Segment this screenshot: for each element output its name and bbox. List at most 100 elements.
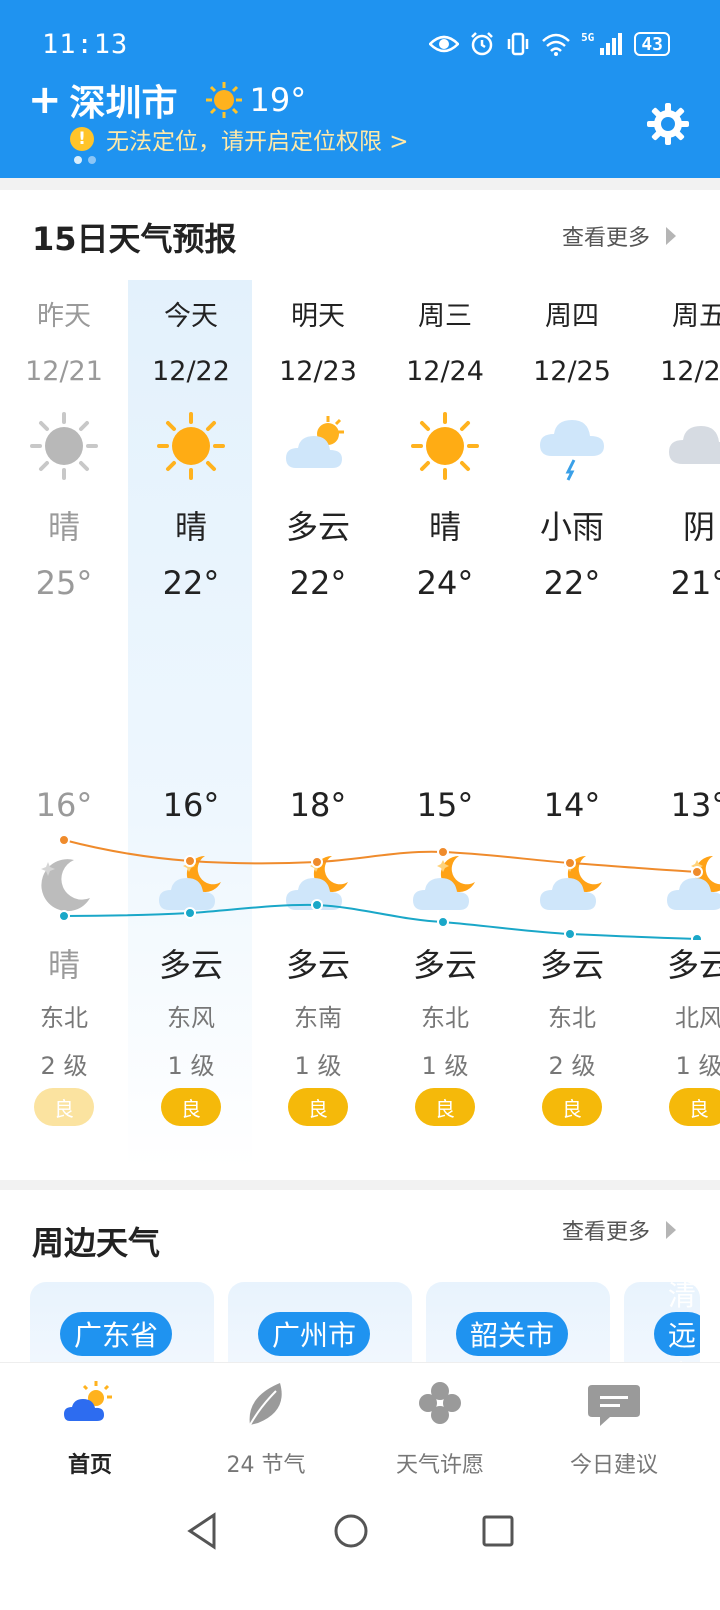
air-quality-badge: 良 <box>34 1088 94 1126</box>
page-indicator <box>74 156 96 164</box>
leaf-icon <box>249 1383 282 1426</box>
low-temperature: 15° <box>416 786 474 824</box>
wind-level: 1 级 <box>675 1052 720 1080</box>
tab-solar-terms[interactable]: 24 节气 <box>176 1377 356 1479</box>
night-condition: 多云 <box>285 946 350 984</box>
day-condition: 晴 <box>428 508 461 546</box>
night-condition: 多云 <box>666 946 720 984</box>
status-time: 11:13 <box>42 28 129 60</box>
high-temperature: 24° <box>416 564 474 602</box>
day-name: 周三 <box>418 301 472 332</box>
light-rain-icon <box>536 410 608 482</box>
tab-daily-advice[interactable]: 今日建议 <box>524 1377 704 1479</box>
current-temperature: 19° <box>249 81 307 119</box>
chevron-right-icon <box>666 227 676 245</box>
network-type: 5G <box>581 31 595 44</box>
status-bar: 11:13 5G 43 <box>42 24 670 64</box>
day-name: 周五 <box>672 301 720 332</box>
battery-indicator: 43 <box>634 32 670 56</box>
vibrate-icon <box>505 31 531 57</box>
signal-icon <box>598 32 624 56</box>
high-temperature: 22° <box>543 564 601 602</box>
high-temperature: 22° <box>289 564 347 602</box>
nearby-place: 清远市 <box>654 1282 700 1392</box>
system-navigation-bar <box>187 1512 514 1550</box>
nearby-more-button[interactable]: 查看更多 <box>562 1214 676 1246</box>
eye-icon <box>429 34 460 54</box>
chat-bubble-icon <box>588 1385 640 1426</box>
forecast-more-button[interactable]: 查看更多 <box>562 220 676 252</box>
air-quality-badge: 良 <box>161 1088 221 1126</box>
wind-direction: 东北 <box>421 1004 469 1032</box>
sun-icon <box>205 82 242 118</box>
tab-weather-wish[interactable]: 天气许愿 <box>350 1377 530 1479</box>
forecast-title: 15日天气预报 <box>32 220 237 258</box>
wind-direction: 北风 <box>675 1004 720 1032</box>
day-name: 明天 <box>291 301 345 332</box>
chevron-right-icon <box>666 1221 676 1239</box>
bottom-tab-bar: 首页 24 节气 天气许愿 今日建议 <box>0 1362 720 1610</box>
alarm-icon <box>469 31 495 57</box>
day-name: 今天 <box>164 301 218 332</box>
air-quality-badge: 良 <box>415 1088 475 1126</box>
sun-icon <box>409 410 481 482</box>
wind-direction: 东北 <box>548 1004 596 1032</box>
air-quality-badge: 良 <box>669 1088 720 1126</box>
day-date: 12/24 <box>406 356 484 387</box>
low-temperature: 16° <box>35 786 93 824</box>
low-temperature: 13° <box>670 786 720 824</box>
city-name[interactable]: 深圳市 <box>70 74 178 126</box>
wind-direction: 东北 <box>40 1004 88 1032</box>
day-condition: 晴 <box>47 508 80 546</box>
clover-icon <box>419 1382 461 1424</box>
low-temperature: 16° <box>162 786 220 824</box>
warning-icon: ! <box>70 127 94 151</box>
sun-icon <box>28 410 100 482</box>
wind-level: 1 级 <box>294 1052 342 1080</box>
tab-daily-advice-label: 今日建议 <box>569 1453 658 1478</box>
day-date: 12/21 <box>25 356 103 387</box>
nearby-card: 周边天气 查看更多 广东省 广州市 韶关市 清远市 <box>0 1190 720 1402</box>
night-condition: 多云 <box>158 946 223 984</box>
wind-level: 2 级 <box>40 1052 88 1080</box>
nearby-title: 周边天气 <box>32 1224 161 1262</box>
wifi-icon <box>541 32 571 56</box>
high-temperature: 25° <box>35 564 93 602</box>
forecast-card: 15日天气预报 查看更多 昨天 12/21 晴 25° 16° 晴 东北 2 级… <box>0 190 720 1180</box>
back-icon[interactable] <box>187 1512 216 1550</box>
day-date: 12/25 <box>533 356 611 387</box>
home-circle-icon[interactable] <box>334 1514 368 1548</box>
location-warning[interactable]: ! 无法定位，请开启定位权限 > <box>70 122 409 156</box>
day-condition: 阴 <box>682 508 715 546</box>
day-condition: 晴 <box>174 508 207 546</box>
tab-home-label: 首页 <box>67 1453 112 1478</box>
wind-level: 2 级 <box>548 1052 596 1080</box>
home-weather-icon <box>64 1381 112 1421</box>
night-condition: 晴 <box>47 946 80 984</box>
wind-direction: 东南 <box>294 1004 342 1032</box>
day-condition: 小雨 <box>539 508 604 546</box>
partly-cloudy-icon <box>282 410 354 482</box>
overcast-icon <box>663 410 720 482</box>
high-temperature: 22° <box>162 564 220 602</box>
wind-level: 1 级 <box>421 1052 469 1080</box>
sun-icon <box>155 410 227 482</box>
air-quality-badge: 良 <box>542 1088 602 1126</box>
recents-icon[interactable] <box>482 1515 514 1547</box>
add-city-button[interactable]: + <box>28 80 62 120</box>
app-header: 11:13 5G 43 + 深圳市 19° ! 无法定位，请开启定位权限 > <box>0 0 720 178</box>
location-warning-text: 无法定位，请开启定位权限 > <box>106 129 409 155</box>
day-date: 12/23 <box>279 356 357 387</box>
high-temperature: 21° <box>670 564 720 602</box>
settings-gear-icon[interactable] <box>646 102 690 146</box>
air-quality-badge: 良 <box>288 1088 348 1126</box>
day-condition: 多云 <box>285 508 350 546</box>
tab-solar-terms-label: 24 节气 <box>226 1453 306 1478</box>
tab-home[interactable]: 首页 <box>0 1377 180 1479</box>
low-temperature: 14° <box>543 786 601 824</box>
night-condition: 多云 <box>412 946 477 984</box>
wind-direction: 东风 <box>167 1004 215 1032</box>
day-date: 12/22 <box>152 356 230 387</box>
low-temperature: 18° <box>289 786 347 824</box>
nearby-place: 广东省 <box>60 1312 173 1356</box>
